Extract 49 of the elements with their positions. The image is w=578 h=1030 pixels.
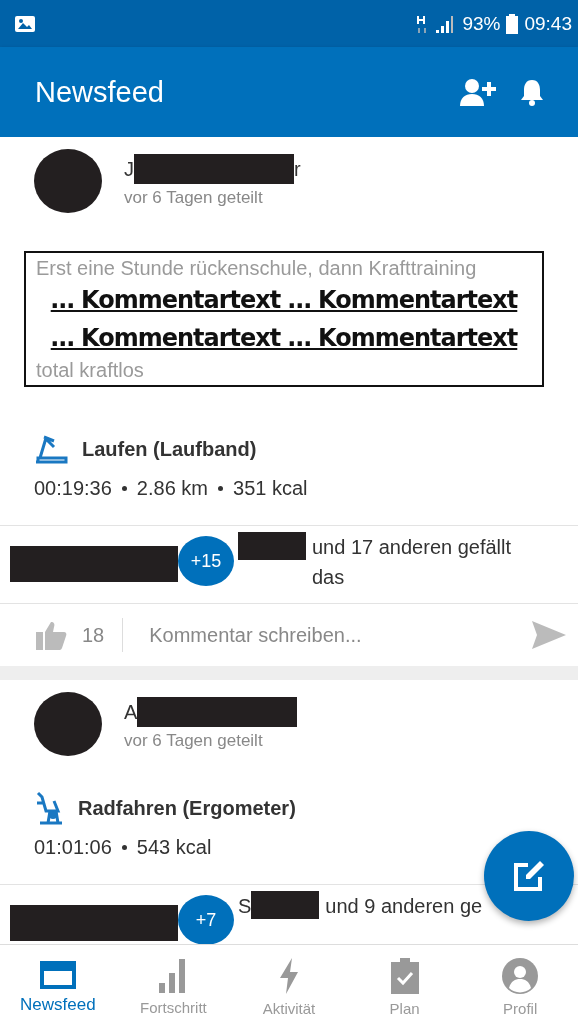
stat-value: 351 kcal	[233, 477, 308, 500]
battery-icon	[506, 13, 519, 34]
author-name: J	[124, 157, 134, 181]
add-person-icon[interactable]	[460, 78, 496, 106]
stat-value: 00:19:36	[34, 477, 112, 500]
author-name: A	[124, 700, 138, 724]
separator-dot-icon	[218, 486, 223, 491]
separator-dot-icon	[121, 845, 127, 850]
nav-tab[interactable]: Newsfeed	[0, 945, 116, 1030]
thumbs-up-icon[interactable]	[36, 620, 68, 650]
liker-name: S	[238, 894, 252, 919]
edit-icon	[512, 859, 546, 893]
comment-placeholder-text: … Kommentartext … Kommentartext	[50, 285, 518, 316]
stat-value: 543 kcal	[136, 836, 212, 859]
app-title: Newsfeed	[35, 75, 165, 109]
treadmill-icon	[34, 434, 68, 464]
post-text: total kraftlos	[36, 358, 144, 383]
lightning-icon	[278, 958, 300, 994]
likes-text: und 17 anderen gefällt das	[312, 535, 513, 590]
like-count: 18	[82, 618, 124, 652]
network-icon	[416, 13, 429, 34]
newsfeed-icon	[39, 960, 76, 989]
post-time: vor 6 Tagen geteilt	[124, 731, 264, 751]
nav-tab[interactable]: Fortschritt	[115, 945, 232, 1030]
image-icon	[14, 14, 36, 33]
post-time: vor 6 Tagen geteilt	[124, 188, 264, 208]
more-likers-badge: +15	[178, 536, 234, 586]
exercise-bike-icon	[34, 791, 64, 825]
separator-dot-icon	[121, 486, 127, 491]
clipboard-icon	[390, 958, 419, 994]
nav-tab[interactable]: Plan	[346, 945, 463, 1030]
author-name: r	[294, 157, 301, 181]
bar-chart-icon	[159, 959, 188, 993]
nav-tab[interactable]: Profil	[462, 945, 578, 1030]
activity-name: Radfahren (Ergometer)	[78, 796, 296, 820]
comment-placeholder-text: … Kommentartext … Kommentartext	[50, 323, 518, 354]
likes-text: und 9 anderen ge	[325, 894, 484, 919]
redaction-bar	[251, 891, 320, 919]
stat-value: 01:01:06	[34, 836, 112, 859]
more-likers-badge: +7	[178, 895, 234, 945]
post-text: Erst eine Stunde rückenschule, dann Krafttraining	[36, 256, 477, 281]
activity-name: Laufen (Laufband)	[82, 437, 257, 461]
stat-value: 2.86 km	[136, 477, 208, 500]
battery-percent: 93%	[462, 12, 501, 35]
redaction-bar	[238, 532, 306, 560]
nav-tab[interactable]: Aktivität	[231, 945, 347, 1030]
profile-icon	[502, 958, 539, 994]
bell-icon[interactable]	[520, 78, 544, 106]
clock: 09:43	[524, 12, 572, 35]
